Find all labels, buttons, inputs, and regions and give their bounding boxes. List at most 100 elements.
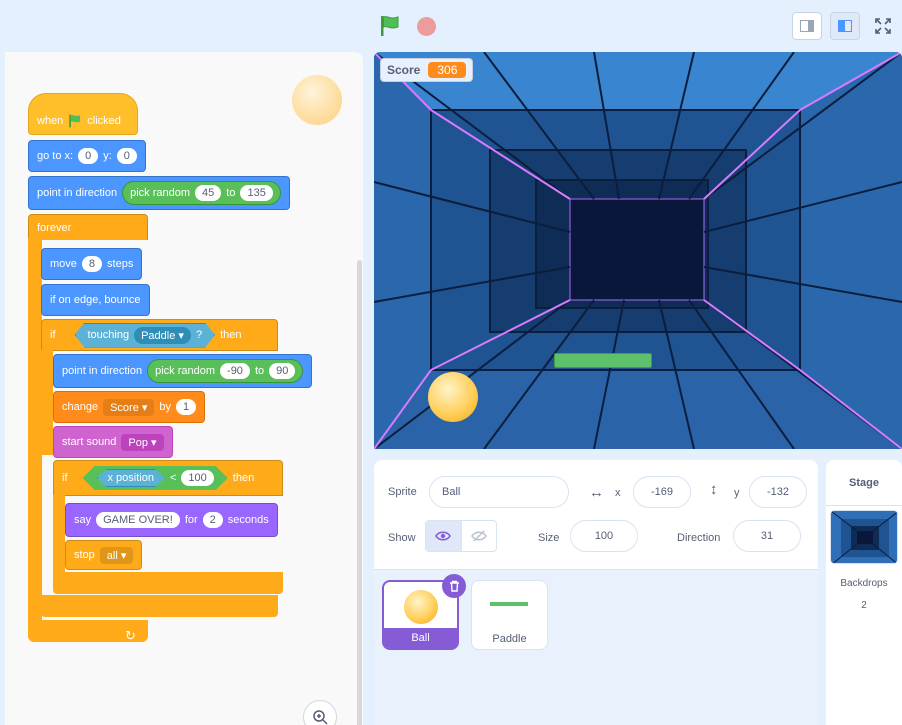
y-label: y [734, 487, 740, 499]
block-label: say [74, 514, 92, 526]
sound-dropdown[interactable]: Pop ▾ [121, 433, 164, 451]
when-flag-clicked-block[interactable]: when clicked [28, 93, 138, 135]
stop-icon[interactable] [417, 17, 436, 36]
forever-arm [28, 238, 42, 628]
direction-label: Direction [677, 532, 721, 544]
forever-block[interactable]: forever [28, 214, 148, 240]
stage-canvas[interactable]: Score 306 [374, 52, 902, 449]
ball-sprite[interactable] [428, 372, 478, 422]
point-in-direction-block[interactable]: point in direction pick random 45 to 135 [28, 176, 290, 210]
block-label: forever [37, 221, 72, 234]
if-x-position-block[interactable]: if x position < 100 then [53, 460, 283, 496]
sprite-name-field[interactable]: Ball [429, 476, 569, 508]
if-touching-footer [41, 595, 278, 617]
say-seconds-input[interactable]: 2 [202, 512, 223, 528]
fullscreen-icon[interactable] [868, 12, 898, 40]
block-label: go to x: [37, 150, 74, 162]
x-position-reporter[interactable]: x position [97, 469, 165, 487]
y-input[interactable]: 0 [116, 148, 137, 164]
random-to-input[interactable]: 135 [240, 185, 273, 201]
reporter-label: ? [195, 329, 203, 341]
reporter-label: touching [87, 329, 130, 341]
steps-input[interactable]: 8 [81, 256, 103, 272]
sprite-label: Sprite [388, 486, 417, 498]
random-to-input[interactable]: 90 [269, 363, 296, 379]
sprite-tile-name: Paddle [492, 633, 527, 645]
go-to-xy-block[interactable]: go to x: 0 y: 0 [28, 140, 146, 172]
block-label: point in direction [37, 187, 118, 199]
reporter-label: pick random [155, 365, 216, 377]
sprite-ghost-thumbnail [292, 75, 342, 125]
start-sound-block[interactable]: start sound Pop ▾ [53, 426, 173, 458]
ball-thumbnail [404, 590, 438, 624]
reporter-label: to [254, 365, 265, 377]
change-by-input[interactable]: 1 [176, 399, 197, 415]
direction-field[interactable]: 31 [733, 520, 801, 552]
if-x-position-arm [53, 495, 65, 573]
stop-option-dropdown[interactable]: all ▾ [99, 546, 134, 564]
sprite-tile-name: Ball [384, 628, 457, 648]
touching-condition[interactable]: touching Paddle ▾ ? [75, 323, 216, 348]
paddle-sprite[interactable] [554, 353, 652, 368]
green-flag-icon [69, 114, 81, 128]
score-monitor[interactable]: Score 306 [380, 58, 474, 82]
block-label: if [62, 472, 68, 484]
paddle-thumbnail [490, 602, 528, 606]
stage-selector-pane[interactable]: Stage Backdrops 2 [826, 460, 902, 725]
say-message-input[interactable]: GAME OVER! [96, 512, 180, 528]
pick-random-reporter[interactable]: pick random -90 to 90 [147, 359, 304, 383]
random-from-input[interactable]: 45 [195, 185, 222, 201]
random-from-input[interactable]: -90 [220, 363, 250, 379]
touching-target-dropdown[interactable]: Paddle ▾ [134, 327, 191, 344]
delete-sprite-icon[interactable] [442, 574, 466, 598]
less-than-condition[interactable]: x position < 100 [83, 466, 228, 490]
show-toggle [425, 520, 497, 552]
block-label: by [159, 401, 172, 413]
if-touching-block[interactable]: if touching Paddle ▾ ? then [41, 319, 278, 351]
backdrop-thumbnail[interactable] [830, 510, 898, 564]
if-on-edge-bounce-block[interactable]: if on edge, bounce [41, 284, 150, 316]
normal-stage-icon[interactable] [830, 12, 860, 40]
block-label: move [50, 258, 77, 270]
repeat-arrow-icon: ↻ [125, 628, 136, 643]
x-input[interactable]: 0 [78, 148, 99, 164]
sprite-tile-paddle[interactable]: Paddle [471, 580, 548, 650]
point-in-direction-block[interactable]: point in direction pick random -90 to 90 [53, 354, 313, 388]
operator-label: < [169, 472, 177, 484]
block-label: for [184, 514, 198, 526]
block-label: point in direction [62, 365, 143, 377]
small-stage-icon[interactable] [792, 12, 822, 40]
code-area-scrollbar[interactable] [357, 260, 362, 725]
monitor-value: 306 [428, 62, 467, 78]
show-visible-icon[interactable] [426, 521, 462, 551]
variable-dropdown[interactable]: Score ▾ [103, 398, 155, 416]
hat-clicked-label: clicked [87, 115, 121, 127]
reporter-label: to [226, 187, 236, 199]
stop-all-block[interactable]: stop all ▾ [65, 540, 143, 570]
block-label: y: [103, 150, 112, 162]
block-label: steps [107, 258, 134, 270]
sprite-tile-ball[interactable]: Ball [382, 574, 466, 650]
block-label: start sound [62, 436, 117, 448]
green-flag-icon[interactable] [380, 15, 400, 37]
block-label: if [50, 329, 56, 341]
block-label: seconds [227, 514, 269, 526]
block-label: stop [74, 549, 95, 561]
change-variable-block[interactable]: change Score ▾ by 1 [53, 391, 206, 423]
block-label: then [232, 472, 255, 484]
x-field[interactable]: -169 [633, 476, 691, 508]
backdrops-label: Backdrops [840, 578, 888, 589]
block-label: change [62, 401, 99, 413]
block-label: then [220, 329, 242, 341]
say-for-seconds-block[interactable]: say GAME OVER! for 2 seconds [65, 503, 278, 537]
monitor-label: Score [387, 63, 421, 77]
y-field[interactable]: -132 [749, 476, 807, 508]
move-steps-block[interactable]: move 8 steps [41, 248, 143, 280]
pick-random-reporter[interactable]: pick random 45 to 135 [122, 181, 281, 205]
compare-value-input[interactable]: 100 [181, 470, 213, 486]
if-x-position-footer [53, 572, 283, 594]
size-field[interactable]: 100 [570, 520, 638, 552]
show-label: Show [388, 532, 416, 544]
block-label: if on edge, bounce [50, 294, 141, 306]
show-hidden-icon[interactable] [462, 521, 497, 551]
